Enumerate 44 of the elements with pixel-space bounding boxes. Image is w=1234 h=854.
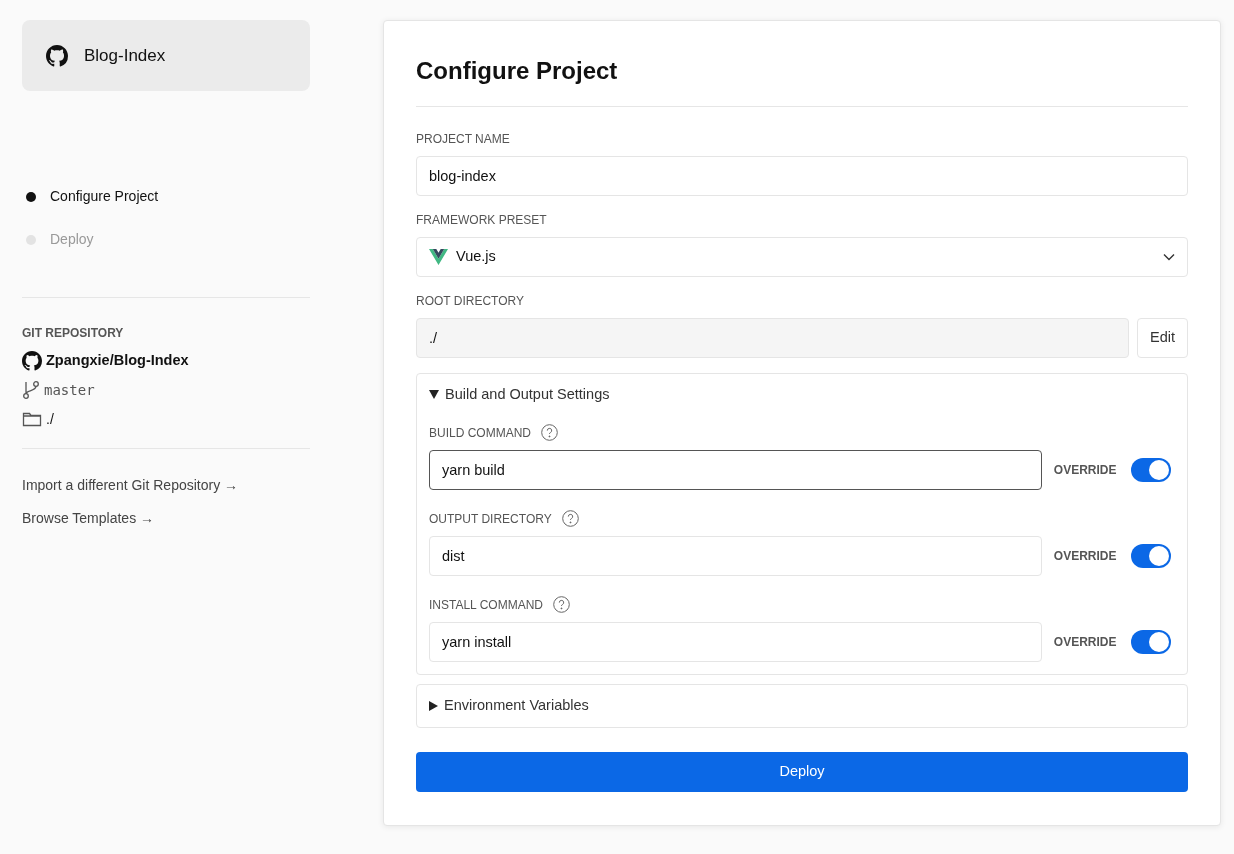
repository-name: Zpangxie/Blog-Index <box>46 351 189 370</box>
override-toggle[interactable] <box>1131 543 1171 568</box>
section-toggle[interactable]: Environment Variables <box>429 684 1175 727</box>
sidebar-link[interactable]: Browse Templates → <box>22 507 154 529</box>
command-field[interactable]: yarn install <box>429 621 1042 662</box>
project-name: Blog-Index <box>84 44 166 67</box>
step-label: Deploy <box>50 230 94 249</box>
command-field[interactable]: yarn build <box>429 449 1042 490</box>
field-label: BUILD COMMAND <box>429 424 531 442</box>
text-field[interactable]: blog-index <box>416 155 1188 196</box>
help-icon[interactable] <box>553 596 570 614</box>
sidebar-link[interactable]: Import a different Git Repository → <box>22 474 239 496</box>
field-label: ROOT DIRECTORY <box>416 292 526 310</box>
github-icon <box>22 350 42 371</box>
help-icon[interactable] <box>561 510 579 528</box>
folder-icon <box>22 411 42 428</box>
branch-name: master <box>44 380 95 400</box>
github-icon <box>46 44 68 67</box>
triangle-right-icon <box>429 700 438 711</box>
section-heading: GIT REPOSITORY <box>22 325 125 342</box>
field-label: OUTPUT DIRECTORY <box>429 510 552 528</box>
override-label: OVERRIDE <box>1052 633 1118 651</box>
chevron-down-icon <box>1163 252 1175 261</box>
override-label: OVERRIDE <box>1052 547 1118 565</box>
override-toggle[interactable] <box>1131 457 1171 482</box>
branch-icon <box>22 380 40 401</box>
triangle-down-icon <box>429 390 439 400</box>
framework-select[interactable]: Vue.js <box>416 236 1188 277</box>
step-label: Configure Project <box>50 187 159 206</box>
project-card[interactable]: Blog-Index <box>22 20 310 91</box>
override-label: OVERRIDE <box>1052 461 1118 479</box>
directory-path: ./ <box>46 409 54 429</box>
override-toggle[interactable] <box>1131 629 1171 654</box>
page-title: Configure Project <box>416 57 619 86</box>
field-label: INSTALL COMMAND <box>429 596 543 614</box>
help-icon[interactable] <box>541 424 558 442</box>
directory-field[interactable]: ./ <box>416 317 1129 358</box>
edit-button[interactable]: Edit <box>1137 317 1188 358</box>
section-toggle[interactable]: Build and Output Settings <box>429 373 1175 416</box>
field-label: PROJECT NAME <box>416 130 511 148</box>
v-logo-icon <box>429 248 448 265</box>
field-label: FRAMEWORK PRESET <box>416 211 548 229</box>
deploy-button[interactable]: Deploy <box>416 751 1188 792</box>
command-field[interactable]: dist <box>429 535 1042 576</box>
